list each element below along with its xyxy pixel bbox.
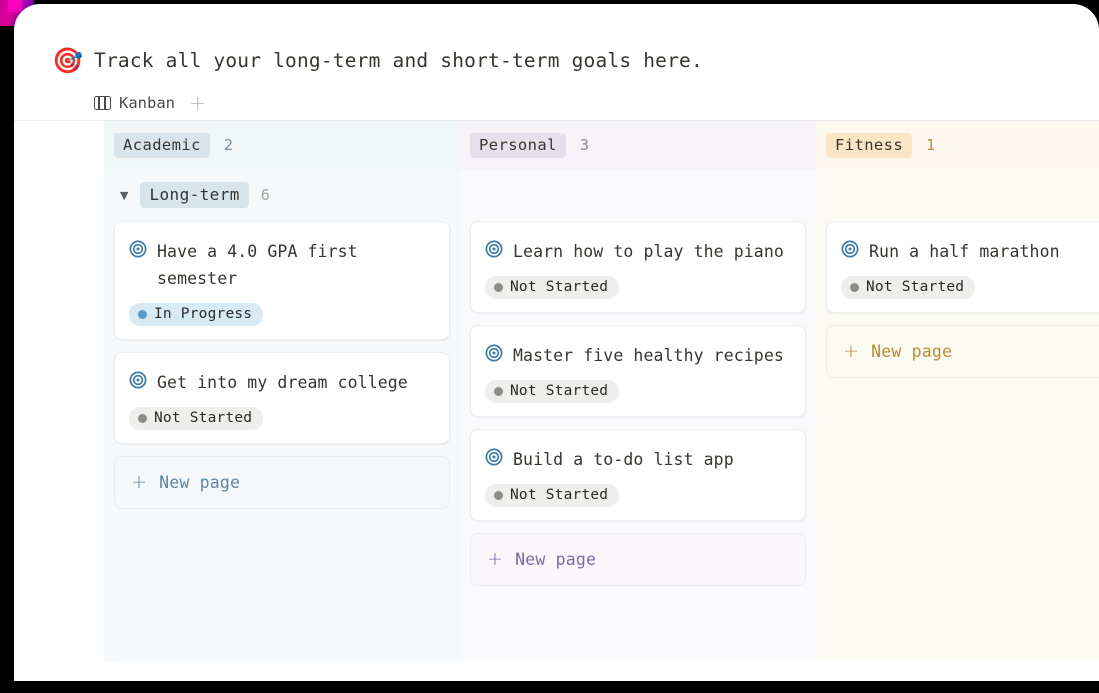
plus-icon: + bbox=[843, 340, 860, 362]
kanban-card[interactable]: Learn how to play the piano Not Started bbox=[470, 221, 806, 313]
group-name-chip: Long-term bbox=[140, 182, 249, 208]
status-dot-icon bbox=[494, 386, 503, 396]
status-dot-icon bbox=[494, 282, 503, 292]
card-title-row: Have a 4.0 GPA first semester bbox=[129, 238, 435, 292]
card-title: Get into my dream college bbox=[157, 373, 408, 392]
kanban-board: Academic 2 ▼ Long-term 6 Have a 4.0 GPA first… bbox=[14, 121, 1099, 661]
status-dot-icon bbox=[494, 490, 503, 500]
board-column-academic: Academic 2 ▼ Long-term 6 Have a 4.0 GPA first… bbox=[104, 121, 460, 661]
tab-kanban-label: Kanban bbox=[119, 93, 175, 112]
column-spacer bbox=[826, 169, 1099, 221]
status-label: Not Started bbox=[510, 383, 609, 399]
status-label: Not Started bbox=[510, 279, 609, 295]
column-card-count: 3 bbox=[579, 136, 589, 154]
status-dot-icon bbox=[850, 282, 859, 292]
card-title-row: Get into my dream college bbox=[129, 369, 435, 396]
kanban-board-icon bbox=[94, 95, 111, 110]
column-body: ▼ Long-term 6 Have a 4.0 GPA first semester… bbox=[104, 169, 460, 661]
app-window: 🎯 Track all your long-term and short-ter… bbox=[14, 4, 1099, 681]
column-name-chip: Academic bbox=[114, 132, 210, 158]
target-page-icon bbox=[485, 448, 503, 470]
status-badge: Not Started bbox=[485, 484, 620, 507]
card-title-row: Learn how to play the piano bbox=[485, 238, 791, 265]
status-dot-icon bbox=[138, 413, 147, 423]
new-page-label: New page bbox=[159, 473, 241, 492]
status-dot-icon bbox=[138, 309, 147, 319]
card-list: Learn how to play the piano Not Started Ma… bbox=[470, 221, 806, 521]
target-page-icon bbox=[129, 240, 147, 262]
card-title: Master five healthy recipes bbox=[513, 346, 784, 365]
column-card-count: 2 bbox=[223, 136, 233, 154]
column-header-fitness[interactable]: Fitness 1 bbox=[816, 121, 1099, 169]
new-page-label: New page bbox=[871, 342, 953, 361]
page-title: Track all your long-term and short-term … bbox=[94, 49, 703, 72]
column-card-count: 1 bbox=[926, 136, 936, 154]
status-badge: Not Started bbox=[485, 276, 620, 299]
kanban-card[interactable]: Master five healthy recipes Not Started bbox=[470, 325, 806, 417]
target-page-icon bbox=[129, 371, 147, 393]
collapse-triangle-icon[interactable]: ▼ bbox=[120, 190, 128, 201]
tab-kanban[interactable]: Kanban bbox=[94, 94, 175, 114]
card-title-row: Master five healthy recipes bbox=[485, 342, 791, 369]
board-column-personal: Personal 3 Learn how to play the piano Not … bbox=[460, 121, 816, 661]
status-label: Not Started bbox=[510, 487, 609, 503]
new-page-button[interactable]: + New page bbox=[470, 533, 806, 586]
board-column-fitness: Fitness 1 Run a half marathon Not Started + N… bbox=[816, 121, 1099, 661]
new-page-button[interactable]: + New page bbox=[826, 325, 1099, 378]
kanban-card[interactable]: Build a to-do list app Not Started bbox=[470, 429, 806, 521]
page-header: 🎯 Track all your long-term and short-ter… bbox=[14, 4, 1099, 73]
add-view-button[interactable]: + bbox=[189, 93, 207, 114]
card-title: Learn how to play the piano bbox=[513, 242, 784, 261]
corner-color-artifact-highlight bbox=[8, 0, 22, 12]
kanban-card[interactable]: Have a 4.0 GPA first semester In Progress bbox=[114, 221, 450, 340]
card-list: Run a half marathon Not Started bbox=[826, 221, 1099, 313]
card-title: Run a half marathon bbox=[869, 242, 1060, 261]
column-header-academic[interactable]: Academic 2 bbox=[104, 121, 460, 169]
target-page-icon bbox=[841, 240, 859, 262]
target-page-icon bbox=[485, 240, 503, 262]
column-header-personal[interactable]: Personal 3 bbox=[460, 121, 816, 169]
status-label: In Progress bbox=[154, 306, 253, 322]
plus-icon: + bbox=[487, 548, 504, 570]
column-body: Run a half marathon Not Started + New page bbox=[816, 169, 1099, 661]
status-badge: In Progress bbox=[129, 303, 264, 326]
target-page-icon bbox=[485, 344, 503, 366]
group-card-count: 6 bbox=[260, 186, 270, 204]
column-name-chip: Personal bbox=[470, 132, 566, 158]
card-title-row: Run a half marathon bbox=[841, 238, 1099, 265]
new-page-button[interactable]: + New page bbox=[114, 456, 450, 509]
view-tab-bar: Kanban + bbox=[14, 73, 1099, 121]
direct-hit-target-emoji: 🎯 bbox=[52, 46, 84, 75]
column-spacer bbox=[470, 169, 806, 221]
status-label: Not Started bbox=[866, 279, 965, 295]
plus-icon: + bbox=[131, 471, 148, 493]
status-badge: Not Started bbox=[129, 407, 264, 430]
status-badge: Not Started bbox=[841, 276, 976, 299]
card-title: Build a to-do list app bbox=[513, 450, 734, 469]
status-badge: Not Started bbox=[485, 380, 620, 403]
kanban-card[interactable]: Run a half marathon Not Started bbox=[826, 221, 1099, 313]
kanban-card[interactable]: Get into my dream college Not Started bbox=[114, 352, 450, 444]
card-title-row: Build a to-do list app bbox=[485, 446, 791, 473]
column-name-chip: Fitness bbox=[826, 132, 913, 158]
status-label: Not Started bbox=[154, 410, 253, 426]
column-body: Learn how to play the piano Not Started Ma… bbox=[460, 169, 816, 661]
group-row-long-term: ▼ Long-term 6 bbox=[114, 169, 450, 221]
card-list: Have a 4.0 GPA first semester In Progress… bbox=[114, 221, 450, 444]
new-page-label: New page bbox=[515, 550, 597, 569]
card-title: Have a 4.0 GPA first semester bbox=[157, 242, 358, 288]
